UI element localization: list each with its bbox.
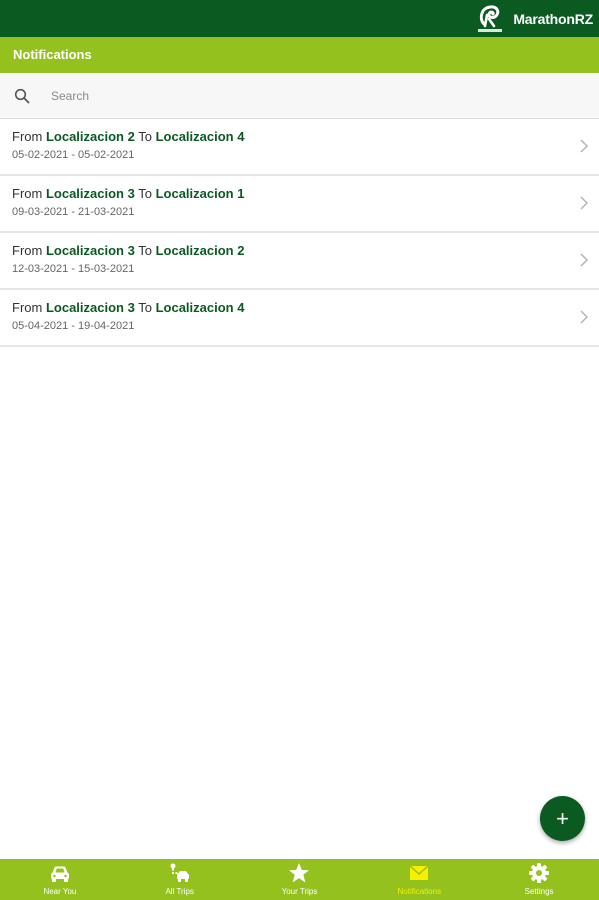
app-name: MarathonRZ — [513, 10, 593, 27]
notification-dates: 05-02-2021 - 05-02-2021 — [12, 149, 135, 161]
notification-route: From Localizacion 3 To Localizacion 1 — [12, 186, 244, 201]
from-location: Localizacion 3 — [45, 300, 135, 315]
chevron-right-icon — [580, 139, 589, 153]
from-label: From — [12, 243, 43, 258]
plus-icon: + — [556, 805, 569, 831]
to-location: Localizacion 2 — [155, 243, 245, 258]
tab-label: Notifications — [397, 887, 442, 896]
from-label: From — [12, 300, 43, 315]
bottom-nav: Near You All Trips Your Trips Notificati… — [0, 859, 599, 900]
title-bar: Notifications — [0, 37, 599, 73]
page-title: Notifications — [13, 47, 92, 62]
tab-label: Settings — [524, 887, 554, 896]
from-location: Localizacion 2 — [45, 129, 135, 144]
route-icon — [170, 863, 189, 882]
to-location: Localizacion 4 — [155, 300, 245, 315]
notification-dates: 12-03-2021 - 15-03-2021 — [12, 263, 135, 275]
app-root: MarathonRZ Notifications From Localizaci… — [0, 0, 599, 900]
notification-dates: 05-04-2021 - 19-04-2021 — [12, 320, 135, 332]
app-logo-icon — [478, 5, 503, 32]
list-item[interactable]: From Localizacion 2 To Localizacion 4 05… — [0, 119, 599, 176]
notification-route: From Localizacion 3 To Localizacion 4 — [12, 300, 244, 315]
to-label: To — [138, 300, 152, 315]
from-location: Localizacion 3 — [45, 186, 135, 201]
from-label: From — [12, 186, 43, 201]
chevron-right-icon — [580, 253, 589, 267]
list-item[interactable]: From Localizacion 3 To Localizacion 2 12… — [0, 233, 599, 290]
notification-route: From Localizacion 2 To Localizacion 4 — [12, 129, 244, 144]
chevron-right-icon — [580, 310, 589, 324]
to-label: To — [138, 129, 152, 144]
search-bar — [0, 73, 599, 119]
to-label: To — [138, 186, 152, 201]
tab-notifications[interactable]: Notifications — [359, 859, 479, 900]
from-label: From — [12, 129, 43, 144]
notifications-list: From Localizacion 2 To Localizacion 4 05… — [0, 119, 599, 347]
to-location: Localizacion 4 — [155, 129, 245, 144]
star-icon — [289, 863, 310, 883]
to-location: Localizacion 1 — [155, 186, 245, 201]
mail-icon — [409, 865, 429, 880]
top-bar: MarathonRZ — [0, 0, 599, 37]
list-item[interactable]: From Localizacion 3 To Localizacion 4 05… — [0, 290, 599, 347]
brand: MarathonRZ — [475, 2, 593, 35]
notification-route: From Localizacion 3 To Localizacion 2 — [12, 243, 244, 258]
tab-label: Your Trips — [281, 887, 318, 896]
tab-all-trips[interactable]: All Trips — [120, 859, 240, 900]
tab-settings[interactable]: Settings — [479, 859, 599, 900]
chevron-right-icon — [580, 196, 589, 210]
car-icon — [50, 866, 69, 882]
from-location: Localizacion 3 — [45, 243, 135, 258]
tab-near-you[interactable]: Near You — [0, 859, 120, 900]
tab-label: All Trips — [165, 887, 194, 896]
search-icon — [14, 88, 30, 104]
to-label: To — [138, 243, 152, 258]
search-input[interactable] — [44, 83, 584, 109]
tab-label: Near You — [43, 887, 77, 896]
add-button[interactable]: + — [540, 796, 585, 841]
tab-your-trips[interactable]: Your Trips — [240, 859, 360, 900]
notification-dates: 09-03-2021 - 21-03-2021 — [12, 206, 135, 218]
gear-icon — [529, 863, 550, 883]
list-item[interactable]: From Localizacion 3 To Localizacion 1 09… — [0, 176, 599, 233]
